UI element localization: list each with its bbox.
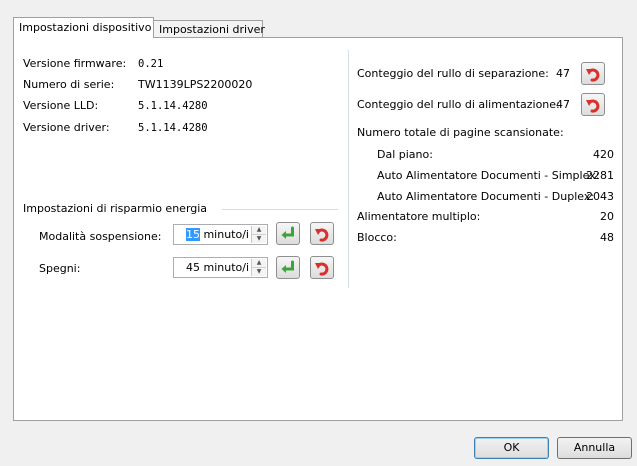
green-enter-arrow-icon	[281, 260, 294, 273]
adf-duplex-label: Auto Alimentatore Documenti - Duplex:	[377, 190, 595, 203]
serial-label: Numero di serie:	[23, 78, 115, 91]
flatbed-value: 420	[593, 148, 614, 161]
reset-arrow-icon	[315, 228, 329, 242]
driver-version-value: 5.1.14.4280	[138, 122, 208, 134]
feed-roller-label: Conteggio del rullo di alimentazione:	[357, 98, 560, 111]
column-divider	[348, 50, 349, 288]
tab-device-settings-label: Impostazioni dispositivo	[19, 21, 152, 34]
green-enter-arrow-icon	[281, 226, 294, 239]
flatbed-label: Dal piano:	[377, 148, 433, 161]
lld-label: Versione LLD:	[23, 99, 99, 112]
cancel-button[interactable]: Annulla	[557, 437, 632, 459]
multifeed-value: 20	[600, 210, 614, 223]
tab-driver-settings[interactable]: Impostazioni driver	[153, 20, 265, 38]
off-reset-button[interactable]	[310, 256, 334, 279]
off-up-icon[interactable]: ▲	[252, 259, 266, 268]
off-down-icon[interactable]: ▼	[252, 268, 266, 276]
total-pages-label: Numero totale di pagine scansionate:	[357, 126, 564, 139]
off-apply-button[interactable]	[276, 256, 300, 279]
separation-roller-label: Conteggio del rullo di separazione:	[357, 67, 549, 80]
adf-simplex-label: Auto Alimentatore Documenti - Simplex:	[377, 169, 600, 182]
adf-duplex-value: 2043	[586, 190, 614, 203]
power-group-divider	[222, 209, 338, 210]
multifeed-label: Alimentatore multiplo:	[357, 210, 481, 223]
feed-roller-reset-button[interactable]	[581, 93, 605, 116]
sleep-label: Modalità sospensione:	[39, 230, 162, 243]
firmware-label: Versione firmware:	[23, 57, 127, 70]
tab-device-settings[interactable]: Impostazioni dispositivo	[13, 17, 154, 38]
sleep-reset-button[interactable]	[310, 222, 334, 245]
ok-button[interactable]: OK	[474, 437, 549, 459]
sleep-spinbox[interactable]: 15 minuto/i ▲ ▼	[173, 224, 268, 245]
separation-roller-value: 47	[556, 67, 570, 80]
reset-arrow-icon	[315, 262, 329, 276]
off-spinbox[interactable]: 45 minuto/i ▲ ▼	[173, 257, 268, 278]
off-value[interactable]: 45 minuto/i	[186, 261, 249, 274]
power-group-title: Impostazioni di risparmio energia	[23, 202, 208, 215]
sleep-value-number: 15	[185, 228, 200, 241]
sleep-apply-button[interactable]	[276, 222, 300, 245]
off-label: Spegni:	[39, 262, 81, 275]
sleep-value-unit: minuto/i	[199, 228, 249, 241]
sleep-down-icon[interactable]: ▼	[252, 235, 266, 243]
jam-label: Blocco:	[357, 231, 397, 244]
driver-version-label: Versione driver:	[23, 121, 110, 134]
lld-value: 5.1.14.4280	[138, 100, 208, 112]
reset-arrow-icon	[586, 99, 600, 113]
off-stepper[interactable]: ▲ ▼	[251, 259, 266, 276]
serial-value: TW1139LPS2200020	[138, 78, 253, 91]
reset-arrow-icon	[586, 68, 600, 82]
sleep-stepper[interactable]: ▲ ▼	[251, 226, 266, 243]
firmware-value: 0.21	[138, 58, 164, 70]
feed-roller-value: 47	[556, 98, 570, 111]
adf-simplex-value: 2281	[586, 169, 614, 182]
tab-panel: Versione firmware: 0.21 Numero di serie:…	[13, 37, 623, 421]
sleep-value[interactable]: 15 minuto/i	[185, 228, 249, 241]
tab-driver-settings-label: Impostazioni driver	[159, 23, 265, 36]
sleep-up-icon[interactable]: ▲	[252, 226, 266, 235]
jam-value: 48	[600, 231, 614, 244]
separation-roller-reset-button[interactable]	[581, 62, 605, 85]
